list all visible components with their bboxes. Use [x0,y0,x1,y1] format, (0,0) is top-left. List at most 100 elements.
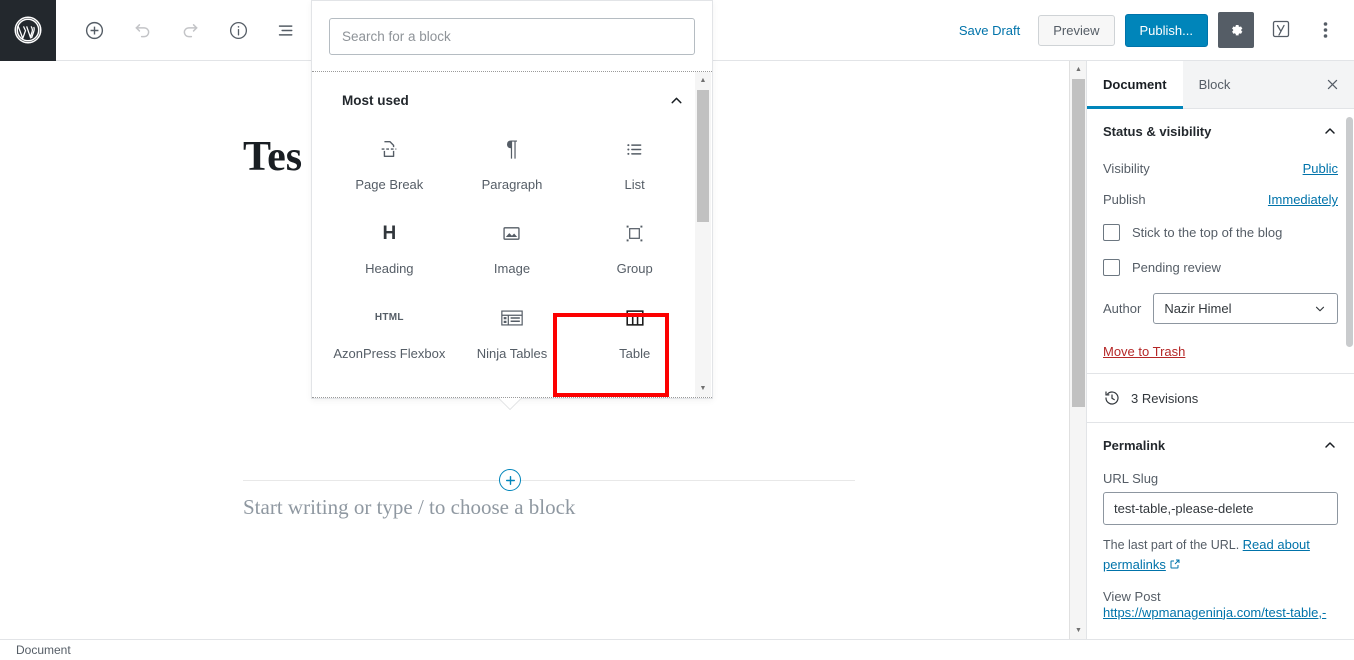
block-item-azonpress-flexbox[interactable]: HTML AzonPress Flexbox [328,289,451,372]
chevron-up-icon[interactable] [1322,123,1338,139]
pending-review-checkbox[interactable] [1103,259,1120,276]
block-item-ninja-tables[interactable]: Ninja Tables [450,289,574,372]
block-label: Group [616,261,653,277]
most-used-category-header[interactable]: Most used [312,72,712,115]
visibility-row: Visibility Public [1103,153,1338,184]
block-item-paragraph[interactable]: ¶ Paragraph [450,121,574,204]
publish-button[interactable]: Publish... [1124,13,1208,47]
document-settings-sidebar: Document Block Status & visibility Visib… [1086,61,1354,639]
block-item-group[interactable]: Group [573,205,696,288]
block-label: Ninja Tables [476,345,548,361]
block-item-heading[interactable]: H Heading [328,205,451,288]
scroll-up-icon[interactable]: ▲ [695,72,711,89]
publish-value-link[interactable]: Immediately [1268,192,1338,207]
scroll-down-icon[interactable]: ▼ [695,380,711,397]
pending-review-checkbox-row[interactable]: Pending review [1103,250,1338,285]
info-icon[interactable] [220,12,256,48]
view-post-url-link[interactable]: https://wpmanageninja.com/test-table,- [1103,604,1338,622]
html-icon: HTML [374,312,404,323]
pending-review-label: Pending review [1132,260,1221,275]
panel-title: Status & visibility [1103,123,1212,139]
more-options-icon[interactable] [1308,12,1342,48]
sidebar-scrollbar-thumb[interactable] [1346,117,1353,347]
revisions-label: 3 Revisions [1131,390,1199,406]
author-select[interactable]: Nazir Himel [1153,293,1338,324]
wordpress-block-editor: Save Draft Preview Publish... Tes Start … [0,0,1354,660]
chevron-up-icon[interactable] [668,92,685,109]
page-break-icon [378,135,400,163]
breadcrumb[interactable]: Document [16,643,71,657]
author-label: Author [1103,301,1142,316]
view-post-label: View Post [1103,588,1161,604]
visibility-value-link[interactable]: Public [1303,161,1338,176]
heading-icon: H [382,222,397,244]
sticky-label: Stick to the top of the blog [1132,225,1283,240]
status-visibility-header[interactable]: Status & visibility [1103,109,1338,153]
add-block-button[interactable] [76,12,112,48]
block-divider [243,480,855,481]
block-item-list[interactable]: List [573,121,696,204]
visibility-label: Visibility [1103,161,1150,176]
redo-button[interactable] [172,12,208,48]
category-label: Most used [342,93,409,108]
canvas-scrollbar-thumb[interactable] [1072,79,1085,407]
permalink-help-text: The last part of the URL. Read about per… [1103,525,1338,579]
save-draft-button[interactable]: Save Draft [951,17,1028,44]
close-icon[interactable] [1310,61,1354,109]
block-item-page-break[interactable]: Page Break [328,121,451,204]
yoast-seo-icon[interactable] [1264,12,1298,48]
revisions-row[interactable]: 3 Revisions [1103,374,1338,422]
settings-gear-button[interactable] [1218,12,1254,48]
post-title[interactable]: Tes [243,133,302,181]
sticky-checkbox[interactable] [1103,224,1120,241]
publish-row: Publish Immediately [1103,184,1338,215]
sidebar-tabs: Document Block [1087,61,1354,109]
inserter-scrollbar-thumb[interactable] [697,90,709,222]
permalink-panel: Permalink URL Slug The last part of the … [1087,423,1354,622]
preview-button[interactable]: Preview [1038,14,1115,46]
block-label: Page Break [355,177,424,192]
block-search-input[interactable] [329,18,695,55]
canvas-scrollbar[interactable]: ▲ ▼ [1069,61,1086,639]
url-slug-input[interactable] [1103,492,1338,525]
block-inserter-body: Most used Page Break ¶ Paragraph List H … [312,71,712,398]
wordpress-logo[interactable] [0,0,56,61]
chevron-down-icon [1313,302,1327,316]
status-visibility-panel: Status & visibility Visibility Public Pu… [1087,109,1354,374]
block-search-wrap [312,1,712,71]
scroll-down-icon[interactable]: ▼ [1070,622,1087,639]
block-item-table[interactable]: Table [573,289,696,372]
scroll-up-icon[interactable]: ▲ [1070,61,1087,78]
group-icon [624,219,645,247]
sidebar-scrollbar[interactable] [1345,109,1354,639]
block-inserter-popover: Most used Page Break [311,0,713,399]
editor-bottom-bar: Document [0,639,1354,660]
toolbar-actions: Save Draft Preview Publish... [951,12,1354,48]
block-grid: Page Break ¶ Paragraph List H Heading Im… [312,115,712,372]
paragraph-icon: ¶ [506,136,518,161]
image-icon [501,219,522,247]
inline-add-block-button[interactable] [499,469,521,491]
empty-block-placeholder[interactable]: Start writing or type / to choose a bloc… [243,495,575,520]
publish-label: Publish [1103,192,1146,207]
permalink-header[interactable]: Permalink [1103,423,1338,467]
external-link-icon [1169,558,1181,572]
block-navigation-icon[interactable] [268,12,304,48]
chevron-up-icon[interactable] [1322,437,1338,453]
author-row: Author Nazir Himel [1103,285,1338,334]
block-label: AzonPress Flexbox [333,345,446,361]
block-item-image[interactable]: Image [450,205,574,288]
block-label: Heading [365,261,414,277]
tab-block[interactable]: Block [1183,61,1247,109]
help-text: The last part of the URL. [1103,538,1240,552]
undo-button[interactable] [124,12,160,48]
ninja-tables-icon [500,304,524,332]
sticky-checkbox-row[interactable]: Stick to the top of the blog [1103,215,1338,250]
block-label: List [624,177,645,192]
move-to-trash-link[interactable]: Move to Trash [1103,334,1185,373]
tab-document[interactable]: Document [1087,61,1183,109]
table-icon [624,304,646,332]
list-icon [624,135,645,163]
revisions-panel: 3 Revisions [1087,374,1354,423]
inserter-scrollbar[interactable]: ▲ ▼ [695,72,711,397]
